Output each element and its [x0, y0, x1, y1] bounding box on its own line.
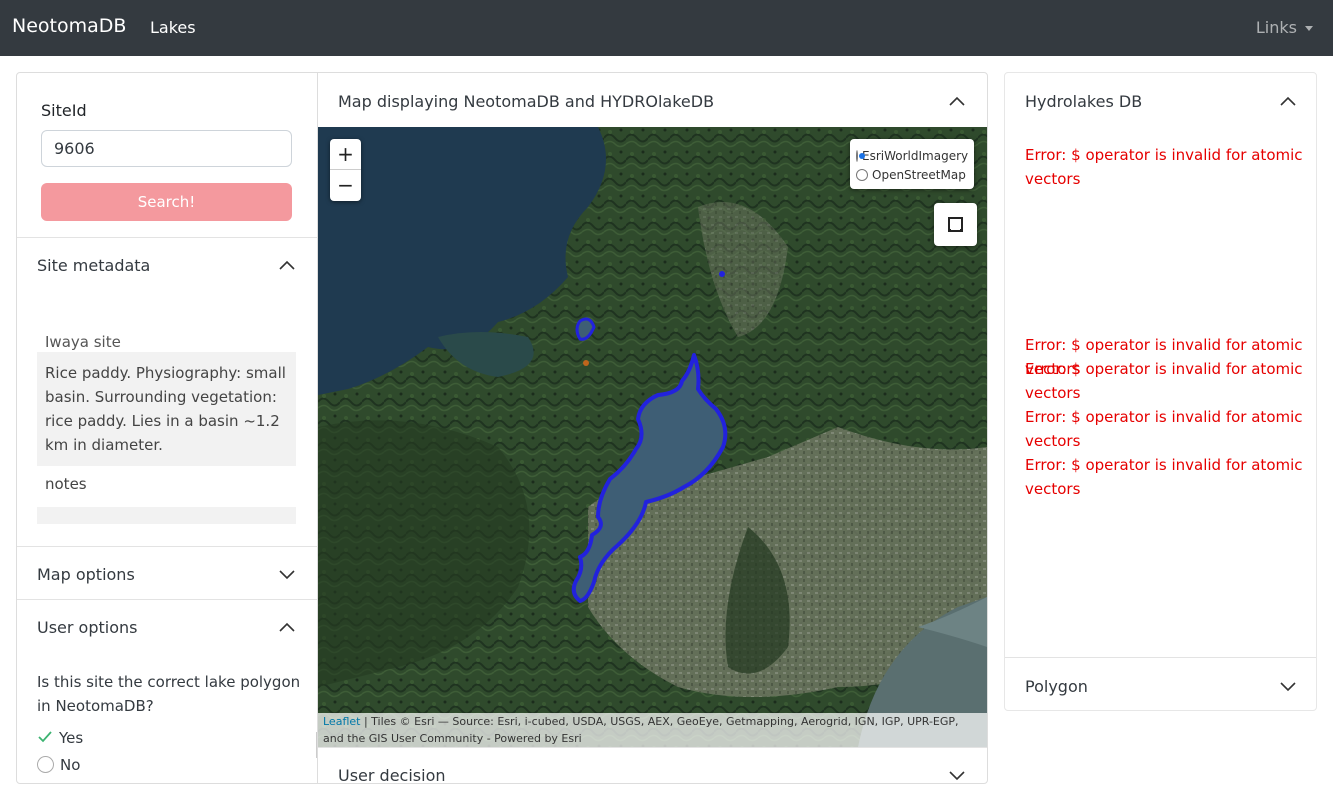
- chevron-down-icon: [1280, 682, 1296, 692]
- user-options-header[interactable]: User options: [17, 599, 317, 651]
- error-text: $ operator is invalid for atomic vectors: [1025, 146, 1303, 188]
- nav-links-dropdown[interactable]: Links: [1256, 18, 1313, 37]
- error-message: Error: $ operator is invalid for atomic …: [1025, 143, 1303, 191]
- draw-rectangle-icon: [948, 217, 963, 232]
- site-description: Rice paddy. Physiography: small basin. S…: [37, 352, 296, 466]
- polygon-header[interactable]: Polygon: [1005, 657, 1316, 711]
- site-metadata-title: Site metadata: [37, 256, 151, 275]
- site-metadata-header[interactable]: Site metadata: [17, 237, 317, 289]
- nav-links-label: Links: [1255, 18, 1297, 37]
- layer-control: EsriWorldImagery OpenStreetMap: [850, 139, 974, 189]
- sidebar: SiteId Search! Site metadata Iwaya site …: [16, 72, 318, 784]
- zoom-out-button[interactable]: −: [330, 170, 361, 201]
- zoom-in-button[interactable]: +: [330, 139, 361, 170]
- hydrolakes-panel: Hydrolakes DB Error: $ operator is inval…: [1004, 72, 1317, 711]
- error-text: $ operator is invalid for atomic vectors: [1025, 456, 1303, 498]
- radio-selected-icon: [856, 149, 865, 162]
- chevron-up-icon: [279, 622, 295, 632]
- map-title: Map displaying NeotomaDB and HYDROlakeDB: [338, 92, 715, 111]
- chevron-up-icon[interactable]: [1280, 93, 1296, 109]
- error-label: Error:: [1025, 408, 1067, 426]
- layer-esri-label: EsriWorldImagery: [862, 148, 969, 163]
- search-button[interactable]: Search!: [41, 183, 292, 221]
- hydrolakes-title[interactable]: Hydrolakes DB: [1025, 92, 1142, 111]
- radio-icon: [856, 168, 868, 181]
- map-header[interactable]: Map displaying NeotomaDB and HYDROlakeDB: [318, 73, 987, 127]
- zoom-control: + −: [330, 139, 361, 201]
- option-yes[interactable]: Yes: [37, 729, 83, 747]
- lake-polygon-question: Is this site the correct lake polygon in…: [37, 673, 301, 715]
- attribution-text: | Tiles © Esri — Source: Esri, i-cubed, …: [323, 715, 959, 745]
- satellite-imagery: [318, 127, 987, 747]
- draw-rectangle-button[interactable]: [934, 203, 977, 246]
- siteid-label: SiteId: [41, 101, 87, 120]
- user-decision-title: User decision: [338, 766, 446, 784]
- error-label: Error:: [1025, 146, 1067, 164]
- error-message: Error: $ operator is invalid for atomic …: [1025, 453, 1303, 501]
- error-message: Error: $ operator is invalid for atomic …: [1025, 357, 1303, 405]
- map-panel: Map displaying NeotomaDB and HYDROlakeDB: [317, 72, 988, 784]
- layer-option-esri[interactable]: EsriWorldImagery: [856, 146, 968, 165]
- layer-osm-label: OpenStreetMap: [872, 167, 966, 182]
- caret-down-icon: [1305, 26, 1313, 31]
- chevron-up-icon: [949, 96, 965, 106]
- option-yes-label: Yes: [59, 729, 84, 747]
- chevron-down-icon: [949, 771, 965, 781]
- chevron-down-icon: [279, 570, 295, 580]
- map-options-title: Map options: [37, 565, 135, 584]
- error-text: $ operator is invalid for atomic vectors: [1025, 360, 1303, 402]
- navbar: NeotomaDB Lakes Links: [0, 0, 1333, 56]
- chevron-up-icon: [279, 260, 295, 270]
- siteid-input[interactable]: [41, 130, 292, 167]
- error-message: Error: $ operator is invalid for atomic …: [1025, 405, 1303, 453]
- leaflet-link[interactable]: Leaflet: [323, 715, 360, 728]
- option-no[interactable]: No: [37, 756, 80, 774]
- error-label: Error:: [1025, 360, 1067, 378]
- nav-lakes-link[interactable]: Lakes: [150, 18, 196, 37]
- polygon-title: Polygon: [1025, 677, 1088, 696]
- error-text: $ operator is invalid for atomic vectors: [1025, 408, 1303, 450]
- notes-value: [37, 507, 296, 524]
- user-options-title: User options: [37, 618, 138, 637]
- map-canvas[interactable]: + − EsriWorldImagery OpenStreetMap Leafl…: [318, 127, 987, 747]
- check-icon: [38, 731, 52, 743]
- radio-icon: [37, 756, 54, 773]
- notes-label: notes: [45, 475, 87, 493]
- user-decision-header[interactable]: User decision: [318, 747, 987, 784]
- map-options-header[interactable]: Map options: [17, 546, 317, 598]
- brand-logo[interactable]: NeotomaDB: [12, 15, 126, 37]
- error-label: Error:: [1025, 336, 1067, 354]
- option-no-label: No: [60, 756, 81, 774]
- layer-option-osm[interactable]: OpenStreetMap: [856, 165, 968, 184]
- map-attribution: Leaflet | Tiles © Esri — Source: Esri, i…: [318, 713, 987, 747]
- error-label: Error:: [1025, 456, 1067, 474]
